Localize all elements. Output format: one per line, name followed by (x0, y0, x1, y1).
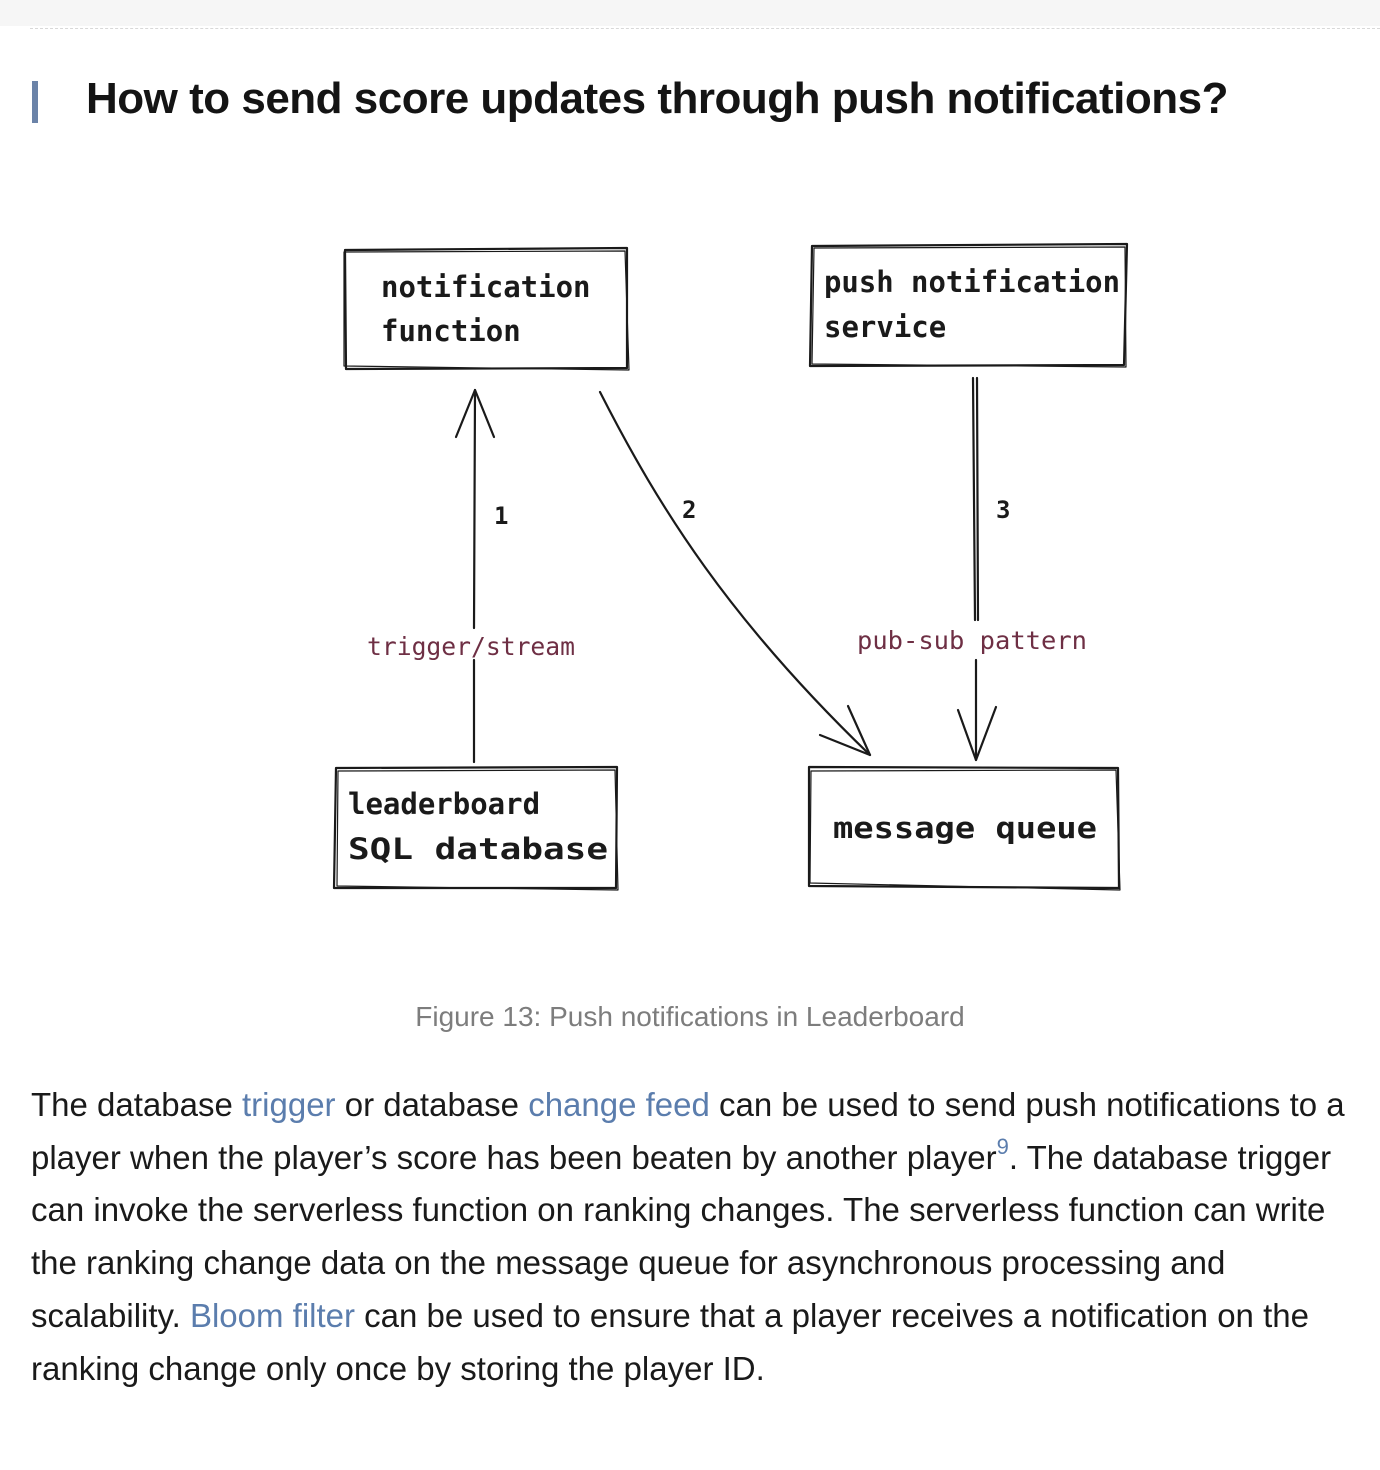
svg-text:function: function (381, 314, 521, 348)
annotation-pub-sub-pattern: pub-sub pattern (857, 626, 1087, 655)
edge-3-arrow (956, 376, 998, 762)
box-leaderboard-label-2: SQL database (348, 832, 608, 866)
box-leaderboard-label-1: leaderboard (348, 787, 540, 821)
box-push-notification-service (808, 242, 1129, 368)
svg-text:push notification: push notification (824, 265, 1120, 299)
svg-text:SQL database: SQL database (348, 832, 608, 866)
box-leaderboard-sql-database (332, 765, 619, 891)
svg-text:service: service (824, 310, 946, 344)
svg-text:leaderboard: leaderboard (348, 787, 540, 821)
footnote-link[interactable]: 9 (997, 1134, 1009, 1159)
svg-text:message queue: message queue (833, 811, 1097, 845)
svg-text:pub-sub pattern: pub-sub pattern (857, 626, 1087, 655)
edge-2-label: 2 (682, 496, 696, 524)
svg-text:2: 2 (682, 496, 696, 524)
paragraph-text-1: The database (31, 1086, 242, 1123)
svg-text:trigger/stream: trigger/stream (367, 632, 575, 661)
box-push-service-label-1: push notification (824, 265, 1120, 299)
svg-text:notification: notification (381, 270, 591, 304)
box-notification-function (343, 246, 630, 371)
link-change-feed[interactable]: change feed (528, 1086, 710, 1123)
heading-accent-bar (32, 81, 38, 123)
top-divider (30, 28, 1380, 29)
svg-text:1: 1 (494, 502, 508, 530)
link-trigger[interactable]: trigger (242, 1086, 336, 1123)
box-message-queue-label: message queue (833, 811, 1097, 845)
edge-2-arrow (598, 390, 872, 757)
edge-1-label: 1 (494, 502, 508, 530)
body-paragraph: The database trigger or database change … (31, 1079, 1376, 1395)
link-bloom-filter[interactable]: Bloom filter (190, 1297, 355, 1334)
figure-caption: Figure 13: Push notifications in Leaderb… (415, 1001, 965, 1032)
edge-1-arrow (454, 388, 496, 764)
annotation-trigger-stream: trigger/stream (367, 632, 575, 661)
box-notification-function-label-2: function (381, 314, 521, 348)
box-notification-function-label-1: notification (381, 270, 591, 304)
section-heading-text: How to send score updates through push n… (86, 74, 1228, 123)
box-push-service-label-2: service (824, 310, 946, 344)
top-bar (0, 0, 1380, 26)
edge-3-label: 3 (996, 496, 1010, 524)
architecture-diagram: notification function push notification … (300, 220, 1160, 920)
paragraph-text-2: or database (335, 1086, 529, 1123)
svg-text:3: 3 (996, 496, 1010, 524)
